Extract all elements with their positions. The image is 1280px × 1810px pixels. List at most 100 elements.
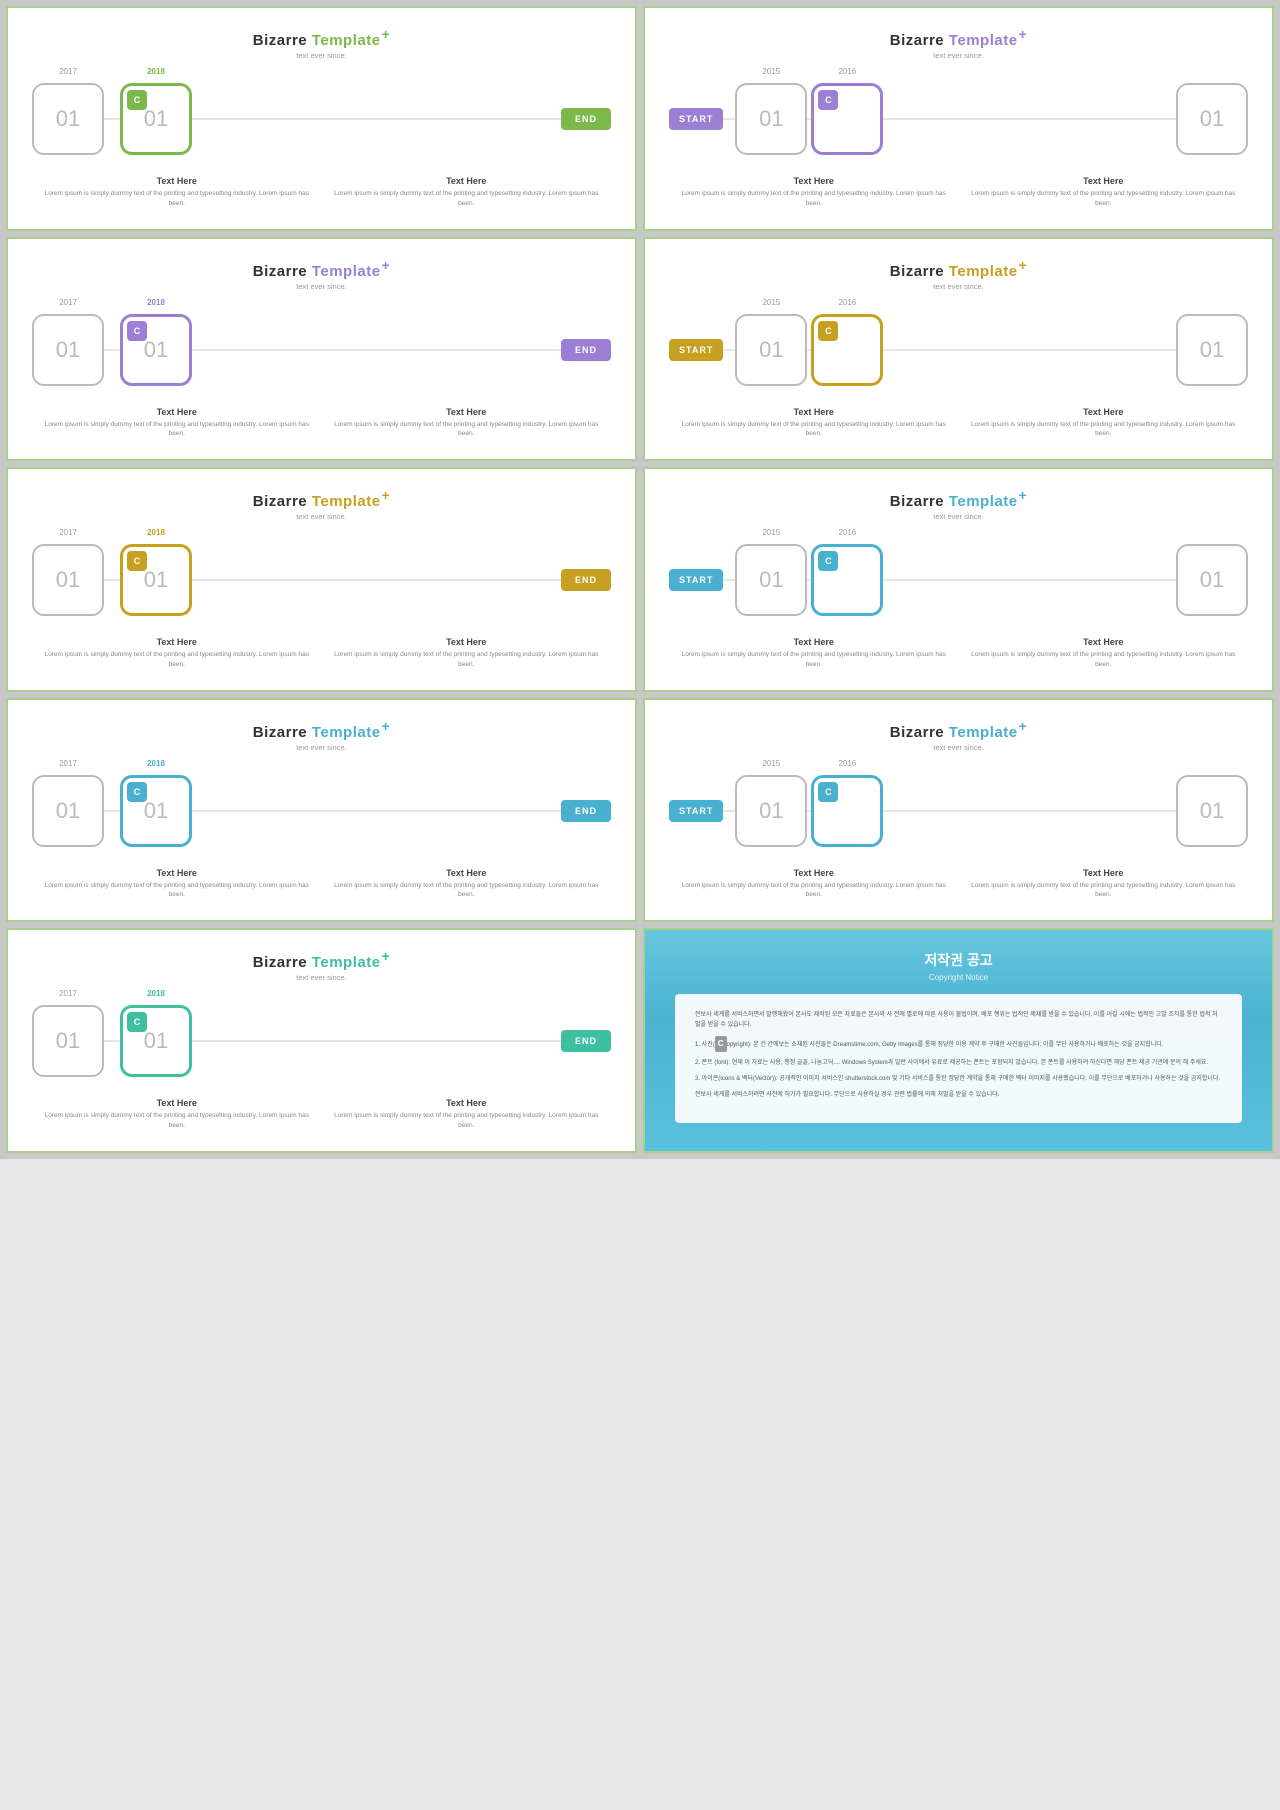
timeline-area: 2017 01 2018 C 01 END: [32, 535, 611, 625]
text-block-2: Text Here Lorem ipsum is simply dummy te…: [963, 407, 1245, 440]
box-2-wrapper: 2018 C 01: [120, 1005, 192, 1077]
text-block-1-desc: Lorem ipsum is simply dummy text of the …: [673, 881, 955, 901]
text-block-1-desc: Lorem ipsum is simply dummy text of the …: [673, 420, 955, 440]
num-box-2: C: [811, 314, 883, 386]
slide-title: Bizarre Template+: [669, 487, 1248, 510]
timeline-area: START 2015 01 2016 C 01: [669, 305, 1248, 395]
text-block-1: Text Here Lorem ipsum is simply dummy te…: [36, 637, 318, 670]
text-block-1: Text Here Lorem ipsum is simply dummy te…: [36, 868, 318, 901]
slide-s10: 저작권 공고 Copyright Notice 전보사 세계를 서비스하면서 발…: [643, 928, 1274, 1153]
text-block-2-label: Text Here: [326, 176, 608, 186]
num-box-3: 01: [1176, 314, 1248, 386]
slide-title-colored: Template: [949, 32, 1018, 49]
slide-header: Bizarre Template+ text ever since.: [669, 718, 1248, 752]
c-badge: C: [127, 90, 147, 110]
year-2-label: 2018: [116, 298, 196, 307]
c-badge: C: [818, 551, 838, 571]
text-block-1: Text Here Lorem ipsum is simply dummy te…: [673, 868, 955, 901]
box-1-wrapper: 2017 01: [32, 83, 104, 155]
end-button[interactable]: END: [561, 339, 611, 361]
box-1-wrapper: 2017 01: [32, 775, 104, 847]
c-badge: C: [127, 1012, 147, 1032]
year-1-label: 2015: [731, 67, 811, 76]
text-block-2-desc: Lorem ipsum is simply dummy text of the …: [963, 189, 1245, 209]
timeline-area: 2017 01 2018 C 01 END: [32, 74, 611, 164]
text-block-2-desc: Lorem ipsum is simply dummy text of the …: [326, 420, 608, 440]
slide-header: Bizarre Template+ text ever since.: [32, 948, 611, 982]
c-badge: C: [127, 782, 147, 802]
text-block-1: Text Here Lorem ipsum is simply dummy te…: [36, 407, 318, 440]
num-box-1: 01: [735, 83, 807, 155]
year-1-label: 2017: [28, 298, 108, 307]
text-blocks-row: Text Here Lorem ipsum is simply dummy te…: [32, 407, 611, 440]
year-2-label: 2016: [807, 528, 887, 537]
start-button[interactable]: START: [669, 800, 723, 822]
timeline-area: 2017 01 2018 C 01 END: [32, 996, 611, 1086]
year-1-label: 2015: [731, 298, 811, 307]
num-box-3: 01: [1176, 544, 1248, 616]
box-1-wrapper: 2015 01: [735, 83, 807, 155]
timeline-area: 2017 01 2018 C 01 END: [32, 766, 611, 856]
text-block-1-desc: Lorem ipsum is simply dummy text of the …: [36, 420, 318, 440]
start-button[interactable]: START: [669, 569, 723, 591]
text-block-1-desc: Lorem ipsum is simply dummy text of the …: [36, 881, 318, 901]
slide-title-colored: Template: [312, 724, 381, 741]
text-block-2: Text Here Lorem ipsum is simply dummy te…: [326, 868, 608, 901]
end-button[interactable]: END: [561, 108, 611, 130]
slide-header: Bizarre Template+ text ever since.: [32, 487, 611, 521]
end-button[interactable]: END: [561, 1030, 611, 1052]
text-block-2-desc: Lorem ipsum is simply dummy text of the …: [326, 1111, 608, 1131]
num-box-2: C: [811, 83, 883, 155]
timeline-area: START 2015 01 2016 C 01: [669, 74, 1248, 164]
start-button[interactable]: START: [669, 339, 723, 361]
timeline-items: 2017 01 2018 C 01 END: [32, 83, 611, 155]
text-block-1-label: Text Here: [673, 407, 955, 417]
year-2-label: 2018: [116, 989, 196, 998]
text-blocks-row: Text Here Lorem ipsum is simply dummy te…: [32, 1098, 611, 1131]
text-block-2: Text Here Lorem ipsum is simply dummy te…: [326, 1098, 608, 1131]
box-1-wrapper: 2015 01: [735, 314, 807, 386]
text-block-1-label: Text Here: [673, 176, 955, 186]
c-badge: C: [818, 321, 838, 341]
end-button[interactable]: END: [561, 800, 611, 822]
slide-title-colored: Template: [949, 724, 1018, 741]
timeline-items: 2017 01 2018 C 01 END: [32, 1005, 611, 1077]
slide-s6: Bizarre Template+ text ever since. START…: [643, 467, 1274, 692]
text-block-1-desc: Lorem ipsum is simply dummy text of the …: [673, 189, 955, 209]
text-block-2-label: Text Here: [326, 407, 608, 417]
num-box-2: C 01: [120, 314, 192, 386]
year-1-label: 2017: [28, 528, 108, 537]
slide-title-colored: Template: [312, 32, 381, 49]
text-block-1-label: Text Here: [36, 637, 318, 647]
timeline-items: START 2015 01 2016 C 01: [669, 314, 1248, 386]
slide-title: Bizarre Template+: [32, 718, 611, 741]
text-blocks-row: Text Here Lorem ipsum is simply dummy te…: [32, 868, 611, 901]
slide-subtitle: text ever since.: [669, 743, 1248, 752]
year-2-label: 2016: [807, 759, 887, 768]
slide-title: Bizarre Template+: [32, 948, 611, 971]
year-1-label: 2015: [731, 759, 811, 768]
box-2-wrapper: 2018 C 01: [120, 775, 192, 847]
slide-title: Bizarre Template+: [669, 257, 1248, 280]
text-block-1: Text Here Lorem ipsum is simply dummy te…: [36, 176, 318, 209]
slide-title: Bizarre Template+: [669, 718, 1248, 741]
text-block-2: Text Here Lorem ipsum is simply dummy te…: [963, 868, 1245, 901]
num-box-3: 01: [1176, 83, 1248, 155]
text-block-1-desc: Lorem ipsum is simply dummy text of the …: [673, 650, 955, 670]
box-2-wrapper: 2016 C: [811, 83, 883, 155]
text-blocks-row: Text Here Lorem ipsum is simply dummy te…: [32, 176, 611, 209]
num-box-1: 01: [735, 314, 807, 386]
text-block-1-label: Text Here: [673, 868, 955, 878]
year-1-label: 2017: [28, 989, 108, 998]
end-button[interactable]: END: [561, 569, 611, 591]
year-2-label: 2018: [116, 67, 196, 76]
num-box-2: C: [811, 544, 883, 616]
plus-icon: +: [382, 26, 391, 42]
slide-title-colored: Template: [312, 493, 381, 510]
text-block-2-desc: Lorem ipsum is simply dummy text of the …: [963, 881, 1245, 901]
text-block-1: Text Here Lorem ipsum is simply dummy te…: [673, 176, 955, 209]
copyright-body: 전보사 세계를 서비스하면서 발행해왔어 본사도 제작된 모든 자료들은 본사와…: [675, 994, 1242, 1123]
copyright-title: 저작권 공고: [924, 950, 992, 970]
text-blocks-row: Text Here Lorem ipsum is simply dummy te…: [669, 407, 1248, 440]
start-button[interactable]: START: [669, 108, 723, 130]
